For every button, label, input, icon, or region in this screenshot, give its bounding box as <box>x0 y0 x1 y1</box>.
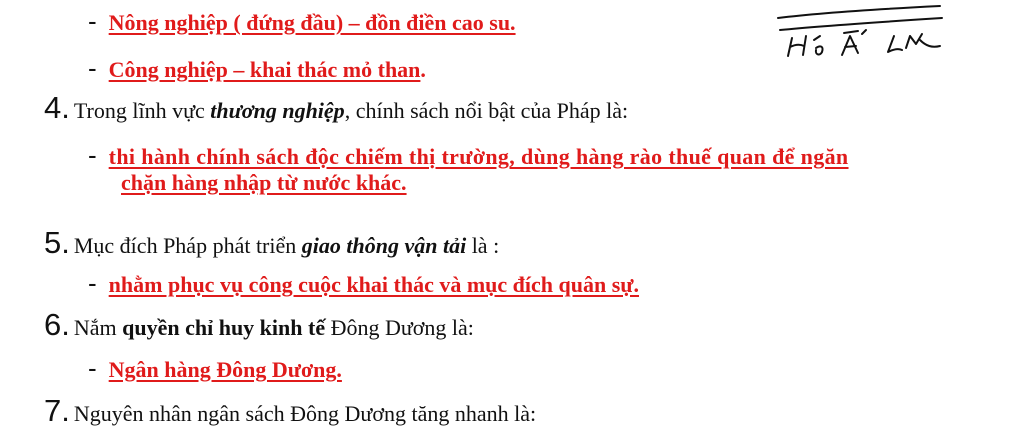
question-text: Mục đích Pháp phát triển giao thông vận … <box>73 233 500 258</box>
question-4: 4. Trong lĩnh vực thương nghiệp, chính s… <box>44 90 628 126</box>
answer-4-line-2: chặn hàng nhập từ nước khác. <box>121 170 407 196</box>
question-7: 7. Nguyên nhân ngân sách Đông Dương tăng… <box>44 393 536 429</box>
question-emphasis: giao thông vận tải <box>301 233 467 258</box>
question-number: 5. <box>44 225 70 260</box>
question-6: 6. Nắm quyền chỉ huy kinh tế Đông Dương … <box>44 307 474 343</box>
answer-4-line-1: - thi hành chính sách độc chiếm thị trườ… <box>88 140 849 171</box>
answer-text: nhằm phục vụ công cuộc khai thác và mục … <box>108 272 639 297</box>
answer-text: Nông nghiệp ( đứng đầu) – đồn điền cao s… <box>108 10 516 35</box>
answer-text: chặn hàng nhập từ nước khác. <box>121 170 407 195</box>
bullet-dash: - <box>88 140 97 170</box>
answer-item-industry: - Công nghiệp – khai thác mỏ than. <box>88 53 426 84</box>
question-number: 6. <box>44 307 70 342</box>
question-5: 5. Mục đích Pháp phát triển giao thông v… <box>44 225 499 261</box>
handwritten-note <box>777 5 943 57</box>
bullet-dash: - <box>88 6 97 36</box>
answer-period: . <box>420 57 426 82</box>
question-emphasis: quyền chỉ huy kinh tế <box>122 315 326 340</box>
answer-5: - nhằm phục vụ công cuộc khai thác và mụ… <box>88 268 639 299</box>
answer-text: Ngân hàng Đông Dương. <box>108 357 342 382</box>
answer-text: Công nghiệp – khai thác mỏ than <box>108 57 421 82</box>
bullet-dash: - <box>88 53 97 83</box>
bullet-dash: - <box>88 268 97 298</box>
answer-text: thi hành chính sách độc chiếm thị trường… <box>108 144 849 169</box>
question-text: Nguyên nhân ngân sách Đông Dương tăng nh… <box>73 401 537 426</box>
question-number: 4. <box>44 90 70 125</box>
question-text: Nắm quyền chỉ huy kinh tế Đông Dương là: <box>73 315 474 340</box>
question-number: 7. <box>44 393 70 428</box>
question-emphasis: thương nghiệp <box>210 98 345 123</box>
bullet-dash: - <box>88 353 97 383</box>
answer-item-agriculture: - Nông nghiệp ( đứng đầu) – đồn điền cao… <box>88 6 516 37</box>
question-text: Trong lĩnh vực thương nghiệp, chính sách… <box>73 98 629 123</box>
answer-6: - Ngân hàng Đông Dương. <box>88 353 342 384</box>
